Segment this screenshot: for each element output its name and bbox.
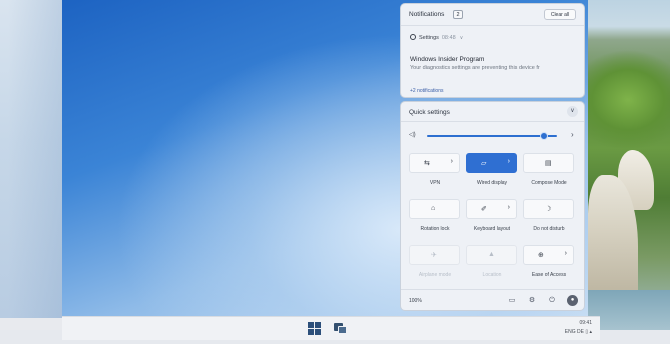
chevron-down-icon[interactable]: ∨ (460, 35, 464, 41)
settings-gear-icon[interactable]: ⚙ (527, 296, 537, 306)
moon-icon: ☽ (545, 206, 552, 213)
notification-count-badge: 2 (453, 10, 463, 19)
ease-of-access-tile[interactable]: ⊕ › (523, 245, 574, 265)
do-not-disturb-label: Do not disturb (533, 226, 565, 232)
chevron-right-icon[interactable]: › (451, 158, 453, 165)
vpn-label: VPN (429, 180, 441, 186)
location-icon: ▲ (488, 251, 495, 258)
shield-icon: ⇆ (424, 160, 430, 167)
rotation-lock-tile[interactable]: ⌂ (409, 199, 460, 219)
notifications-panel: Notifications 2 Clear all Settings 08:48 ∨… (400, 3, 585, 98)
battery-percentage[interactable]: 100% (409, 298, 422, 304)
collapse-chevron-icon[interactable]: ∨ (567, 106, 578, 117)
rotation-lock-icon: ⌂ (431, 205, 436, 212)
wired-display-label: Wired display (476, 180, 507, 186)
notification-app-header[interactable]: Settings 08:48 ∨ (410, 34, 463, 41)
chevron-right-icon[interactable]: › (508, 204, 510, 211)
volume-icon[interactable]: ◁) (409, 131, 416, 138)
compose-icon: ▤ (545, 160, 552, 167)
notification-app-name: Settings (419, 35, 439, 41)
power-icon[interactable]: ⏻ (547, 296, 557, 306)
battery-icon[interactable]: ▭ (507, 296, 517, 306)
quick-settings-header: Quick settings ∨ (401, 102, 584, 122)
background-photo (588, 0, 670, 330)
keyboard-icon: ✐ (481, 206, 487, 213)
language-indicator: ENG DE (564, 329, 584, 335)
divider (401, 25, 584, 26)
accessibility-icon: ⊕ (538, 252, 544, 259)
chevron-right-icon[interactable]: › (565, 250, 567, 257)
audio-output-chevron-icon[interactable]: › (571, 130, 574, 139)
notifications-title: Notifications (409, 11, 445, 18)
gear-icon (410, 34, 416, 40)
airplane-mode-label: Airplane mode (418, 272, 452, 278)
taskbar: 09:41 ENG DE ▯ ▴ (62, 316, 600, 340)
screen: 09:41 ENG DE ▯ ▴ Notifications 2 Clear a… (0, 0, 670, 344)
wired-display-tile[interactable]: ▱ › (466, 153, 517, 173)
compose-mode-label: Compose Mode (531, 180, 567, 186)
tray-icons: ▯ ▴ (585, 329, 592, 335)
chevron-right-icon[interactable]: › (508, 158, 510, 165)
vpn-tile[interactable]: ⇆ › (409, 153, 460, 173)
keyboard-layout-tile[interactable]: ✐ › (466, 199, 517, 219)
do-not-disturb-tile[interactable]: ☽ (523, 199, 574, 219)
clear-all-button[interactable]: Clear all (544, 9, 576, 20)
quick-settings-panel: Quick settings ∨ ◁) › ⇆ › VPN ▱ › Wired displ… (400, 101, 585, 311)
cast-icon: ▱ (481, 160, 487, 167)
notification-time: 08:48 (441, 35, 456, 41)
airplane-mode-tile: ✈ (409, 245, 460, 265)
location-tile: ▲ (466, 245, 517, 265)
quick-settings-footer: 100% ▭ ⚙ ⏻ ● (401, 289, 584, 311)
compose-mode-tile[interactable]: ▤ (523, 153, 574, 173)
more-notifications-link[interactable]: +2 notifications (410, 88, 444, 94)
location-label: Location (482, 272, 502, 278)
clock-time: 09:41 (579, 320, 592, 326)
outer-frame (0, 0, 62, 318)
notification-body[interactable]: Your diagnostics settings are preventing… (410, 65, 580, 71)
task-view-icon[interactable] (334, 322, 348, 335)
volume-slider-track[interactable] (427, 135, 557, 137)
user-avatar-icon[interactable]: ● (567, 295, 578, 306)
notification-title[interactable]: Windows Insider Program (410, 56, 484, 63)
rotation-lock-label: Rotation lock (420, 226, 450, 232)
keyboard-layout-label: Keyboard layout (473, 226, 511, 232)
airplane-icon: ✈ (431, 252, 437, 259)
windows-start-icon[interactable] (308, 322, 322, 335)
quick-settings-title: Quick settings (409, 109, 450, 116)
ease-of-access-label: Ease of Access (531, 272, 567, 278)
system-tray-clock[interactable]: 09:41 ENG DE ▯ ▴ (530, 319, 596, 339)
volume-slider-thumb[interactable] (540, 132, 548, 140)
